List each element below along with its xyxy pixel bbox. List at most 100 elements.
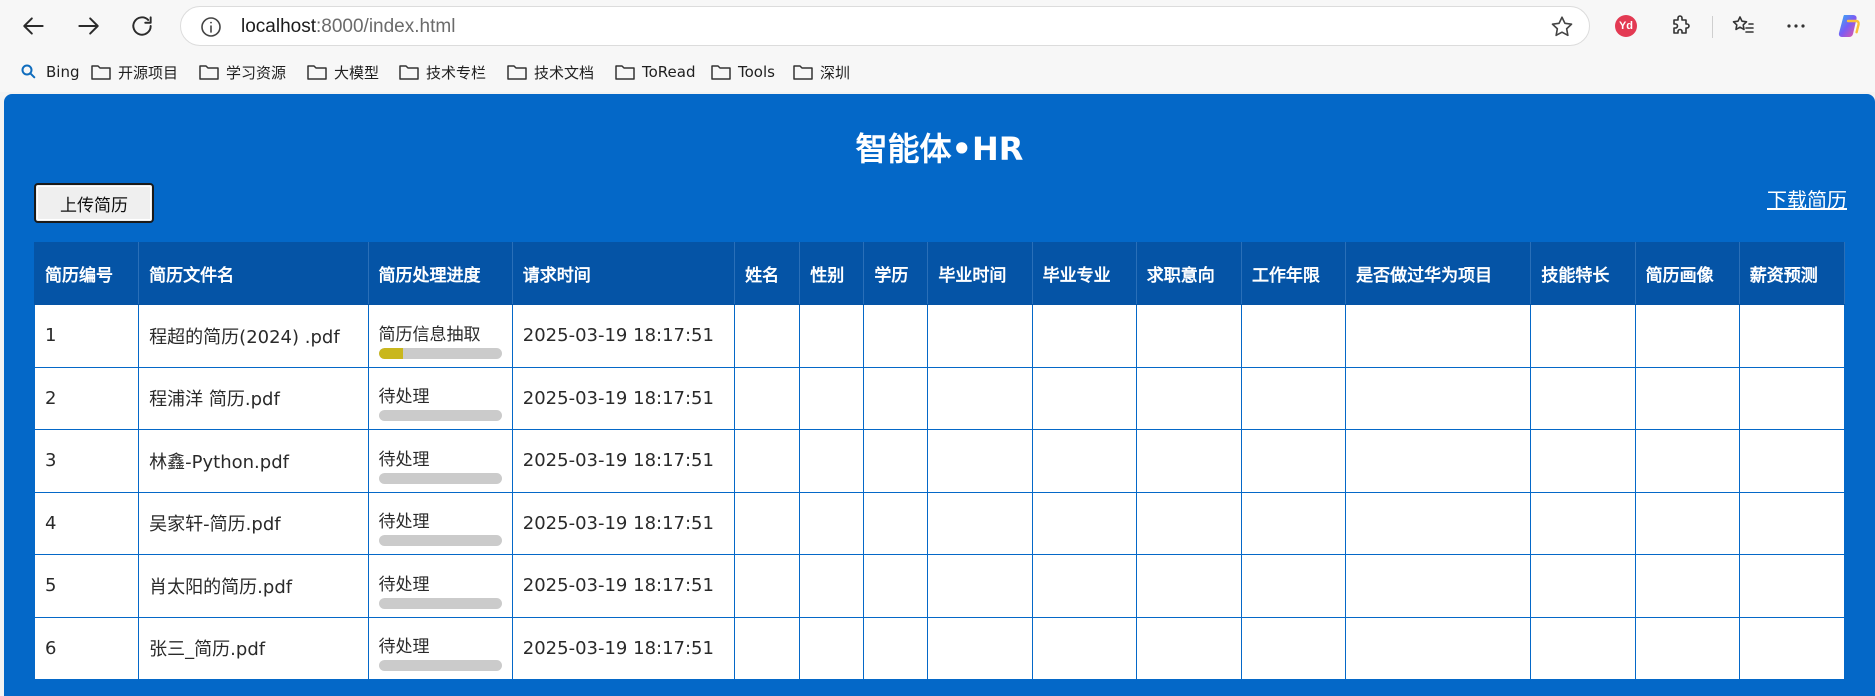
- star-icon[interactable]: [1549, 14, 1575, 40]
- bookmark-folder[interactable]: 技术文档: [506, 60, 594, 84]
- work-years-cell: [1240, 429, 1347, 493]
- bookmark-folder[interactable]: 深圳: [792, 60, 850, 84]
- skills-cell: [1530, 616, 1636, 680]
- more-menu-button[interactable]: [1780, 10, 1812, 42]
- graduation-time-cell: [927, 366, 1033, 430]
- table-row: 5 肖太阳的简历.pdf 待处理 2025-03-19 18:17:51: [33, 554, 1846, 618]
- bookmark-folder[interactable]: Tools: [710, 60, 775, 84]
- folder-icon: [91, 65, 111, 80]
- copilot-icon: [1838, 15, 1860, 37]
- progress-bar-fill: [378, 347, 404, 359]
- resume-filename-cell: 张三_简历.pdf: [138, 616, 369, 680]
- name-cell: [734, 491, 801, 555]
- work-years-cell: [1240, 554, 1347, 618]
- request-time-cell: 2025-03-19 18:17:51: [511, 491, 736, 555]
- resume-filename-cell: 肖太阳的简历.pdf: [138, 554, 369, 618]
- column-header: 薪资预测: [1738, 242, 1846, 305]
- progress-status-label: 待处理: [378, 512, 430, 533]
- info-icon[interactable]: [199, 15, 223, 39]
- folder-icon: [711, 65, 731, 80]
- favorites-button[interactable]: [1727, 10, 1759, 42]
- column-header: 简历画像: [1634, 242, 1740, 305]
- graduation-time-cell: [927, 616, 1033, 680]
- bookmark-label: 学习资源: [226, 63, 287, 82]
- download-resume-link[interactable]: 下载简历: [1767, 184, 1847, 213]
- column-header: 毕业专业: [1031, 242, 1137, 305]
- extensions-button[interactable]: [1665, 10, 1697, 42]
- table-row: 4 吴家轩-简历.pdf 待处理 2025-03-19 18:17:51: [33, 491, 1846, 555]
- progress-bar: [378, 347, 502, 359]
- salary-prediction-cell: [1738, 554, 1846, 618]
- gender-cell: [799, 304, 865, 368]
- major-cell: [1031, 366, 1137, 430]
- huawei-project-cell: [1345, 616, 1532, 680]
- bookmark-folder[interactable]: ToRead: [614, 60, 695, 84]
- huawei-project-cell: [1345, 554, 1532, 618]
- name-cell: [734, 366, 801, 430]
- bookmark-bing[interactable]: Bing: [18, 60, 80, 84]
- bookmark-folder[interactable]: 学习资源: [198, 60, 286, 84]
- bookmark-label: Tools: [738, 63, 775, 81]
- table-row: 6 张三_简历.pdf 待处理 2025-03-19 18:17:51: [33, 616, 1846, 680]
- folder-icon: [615, 65, 635, 80]
- name-cell: [734, 429, 801, 493]
- gender-cell: [799, 429, 865, 493]
- bookmark-folder[interactable]: 大模型: [306, 60, 379, 84]
- resume-filename-cell: 程超的简历(2024) .pdf: [138, 304, 369, 368]
- progress-bar: [378, 660, 502, 672]
- upload-resume-button[interactable]: 上传简历: [34, 183, 154, 223]
- job-intention-cell: [1135, 616, 1242, 680]
- progress-cell: 待处理: [367, 491, 513, 555]
- major-cell: [1031, 616, 1137, 680]
- column-header: 技能特长: [1530, 242, 1636, 305]
- page-title: 智能体•HR: [855, 130, 1024, 168]
- resume-filename-cell: 程浦洋 简历.pdf: [138, 366, 369, 430]
- progress-cell: 简历信息抽取: [367, 304, 513, 368]
- bookmark-folder[interactable]: 开源项目: [90, 60, 178, 84]
- resume-portrait-cell: [1634, 616, 1740, 680]
- profile-button[interactable]: Yd: [1610, 10, 1642, 42]
- reload-button[interactable]: [120, 4, 164, 48]
- bookmark-label: 深圳: [820, 63, 851, 82]
- salary-prediction-cell: [1738, 491, 1846, 555]
- bookmark-label: ToRead: [642, 63, 696, 81]
- bookmark-label: 开源项目: [118, 63, 179, 82]
- resume-id-cell: 4: [33, 491, 140, 555]
- reload-icon: [132, 16, 152, 36]
- graduation-time-cell: [927, 304, 1033, 368]
- app-page: 智能体•HR 上传简历 下载简历 简历编号 简历文件名 简历处理进度 请求时间 姓名 性别…: [4, 94, 1875, 696]
- bookmark-label: 技术文档: [534, 63, 595, 82]
- url-text: localhost:8000/index.html: [241, 16, 455, 38]
- skills-cell: [1530, 491, 1636, 555]
- bookmark-label: 技术专栏: [426, 63, 487, 82]
- work-years-cell: [1240, 304, 1347, 368]
- bookmark-label: 大模型: [334, 63, 380, 82]
- bookmark-folder[interactable]: 技术专栏: [398, 60, 486, 84]
- request-time-cell: 2025-03-19 18:17:51: [511, 429, 736, 493]
- job-intention-cell: [1135, 366, 1242, 430]
- progress-status-label: 待处理: [378, 387, 430, 408]
- request-time-cell: 2025-03-19 18:17:51: [511, 366, 736, 430]
- major-cell: [1031, 491, 1137, 555]
- copilot-button[interactable]: [1834, 10, 1866, 42]
- url-host: localhost: [241, 16, 316, 37]
- resume-id-cell: 3: [33, 429, 140, 493]
- favorites-icon: [1732, 16, 1754, 33]
- back-button[interactable]: [12, 4, 56, 48]
- work-years-cell: [1240, 491, 1347, 555]
- name-cell: [734, 554, 801, 618]
- resume-filename-cell: 吴家轩-简历.pdf: [138, 491, 369, 555]
- forward-button[interactable]: [66, 4, 110, 48]
- progress-cell: 待处理: [367, 554, 513, 618]
- gender-cell: [799, 491, 865, 555]
- arrow-left-icon: [23, 17, 44, 35]
- browser-toolbar: localhost:8000/index.html Yd: [0, 0, 1875, 52]
- folder-icon: [793, 65, 813, 80]
- resume-id-cell: 2: [33, 366, 140, 430]
- table-header-row: 简历编号 简历文件名 简历处理进度 请求时间 姓名 性别 学历 毕业时间 毕业专业 求职意向 工作年…: [33, 242, 1846, 305]
- resume-portrait-cell: [1634, 554, 1740, 618]
- avatar: Yd: [1615, 15, 1637, 37]
- resume-id-cell: 6: [33, 616, 140, 680]
- address-bar[interactable]: localhost:8000/index.html: [180, 6, 1590, 46]
- skills-cell: [1530, 304, 1636, 368]
